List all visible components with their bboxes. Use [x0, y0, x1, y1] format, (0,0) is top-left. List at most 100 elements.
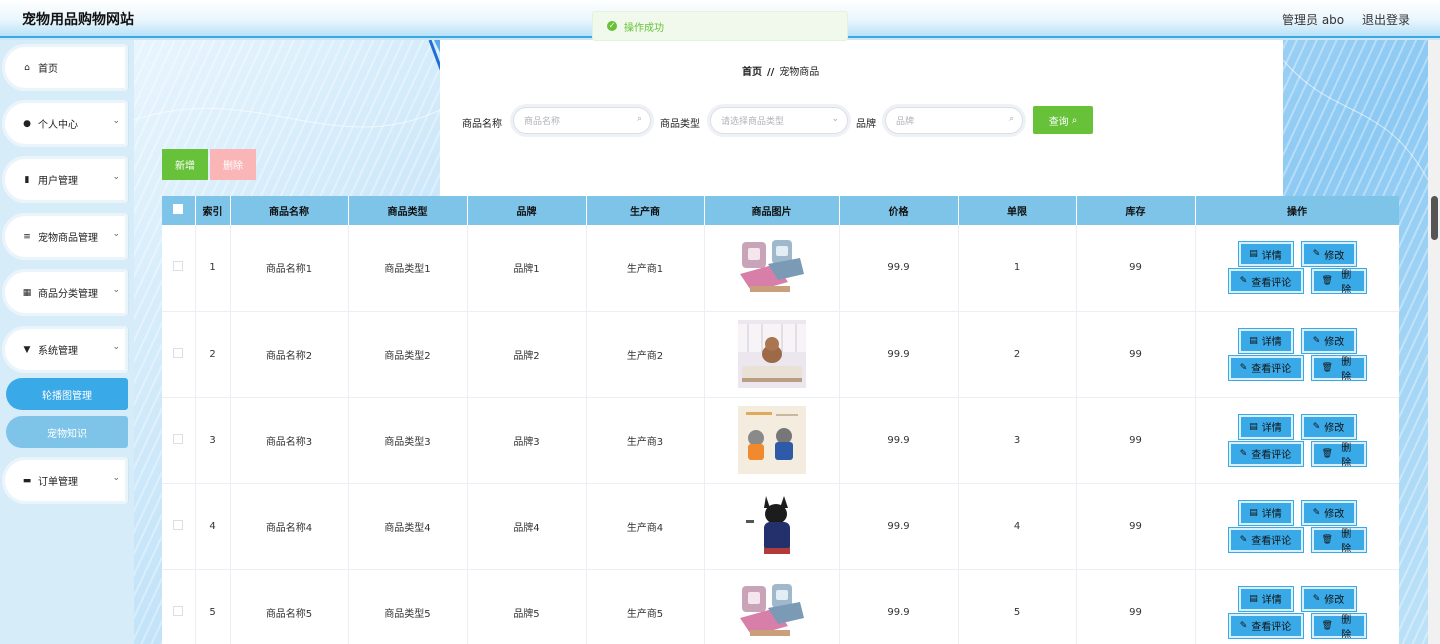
sidebar-item-categories[interactable]: ▦ 商品分类管理 ⌄: [2, 269, 129, 316]
chevron-down-icon: ⌄: [831, 114, 839, 124]
submenu-item-carousel[interactable]: 轮播图管理: [6, 378, 128, 410]
stock-cell: 99: [1076, 311, 1196, 398]
limit-cell: 1: [958, 225, 1077, 312]
detail-button[interactable]: ▤ 详情: [1237, 241, 1294, 268]
type-cell: 商品类型2: [348, 311, 468, 398]
logout-link[interactable]: 退出登录: [1362, 13, 1410, 27]
view-comments-label: 查看评论: [1251, 277, 1292, 289]
column-header: 索引: [195, 196, 231, 225]
delete-button[interactable]: 🗑 删除: [1310, 612, 1367, 641]
query-button[interactable]: 查询 ⌕: [1033, 106, 1093, 134]
detail-button[interactable]: ▤ 详情: [1237, 585, 1294, 612]
name-cell: 商品名称4: [230, 483, 349, 570]
row-select-cell[interactable]: [162, 397, 196, 484]
sidebar-item-home[interactable]: ⌂ 首页: [2, 44, 129, 91]
operations-cell: ▤ 详情 ✎ 修改 ✎ 查看评论 🗑 删除: [1195, 483, 1399, 570]
breadcrumb-home[interactable]: 首页: [742, 67, 762, 78]
sidebar-item-label: 个人中心: [38, 120, 78, 131]
current-user-label: 管理员 abo: [1282, 13, 1345, 27]
search-icon: ⌕: [1008, 114, 1014, 124]
edit-icon: ✎: [1239, 448, 1248, 459]
add-button[interactable]: 新增: [162, 149, 208, 180]
sidebar-item-label: 系统管理: [38, 346, 78, 357]
submenu-item-pet-knowledge[interactable]: 宠物知识: [6, 416, 128, 448]
select-all-checkbox[interactable]: [173, 204, 184, 214]
column-header: 商品类型: [348, 196, 468, 225]
sidebar-item-label: 商品分类管理: [38, 289, 98, 300]
detail-button[interactable]: ▤ 详情: [1237, 499, 1294, 526]
select-all-cell[interactable]: [162, 196, 196, 225]
chevron-down-icon: ⌄: [112, 172, 120, 182]
view-comments-button[interactable]: ✎ 查看评论: [1227, 354, 1304, 381]
product-name-input[interactable]: 商品名称 ⌕: [513, 107, 651, 134]
brand-cell: 品牌1: [467, 225, 587, 312]
operations-cell: ▤ 详情 ✎ 修改 ✎ 查看评论 🗑 删除: [1195, 311, 1399, 398]
maker-cell: 生产商5: [586, 569, 705, 644]
trash-icon: 🗑: [1321, 362, 1333, 373]
edit-button-label: 修改: [1324, 423, 1345, 434]
row-select-cell[interactable]: [162, 483, 196, 570]
delete-button[interactable]: 🗑 删除: [1310, 440, 1367, 469]
view-comments-button[interactable]: ✎ 查看评论: [1227, 268, 1304, 295]
sidebar-item-pet-products[interactable]: ≡ 宠物商品管理 ⌄: [2, 213, 129, 260]
sidebar-item-label: 首页: [38, 64, 58, 75]
view-comments-button[interactable]: ✎ 查看评论: [1227, 612, 1304, 639]
row-select-cell[interactable]: [162, 225, 196, 312]
edit-button[interactable]: ✎ 修改: [1300, 241, 1357, 268]
edit-button-label: 修改: [1324, 595, 1345, 606]
edit-button[interactable]: ✎ 修改: [1300, 499, 1357, 526]
sidebar-item-orders[interactable]: ▬ 订单管理 ⌄: [2, 457, 129, 504]
operations-cell: ▤ 详情 ✎ 修改 ✎ 查看评论 🗑 删除: [1195, 569, 1399, 644]
view-comments-button[interactable]: ✎ 查看评论: [1227, 440, 1304, 467]
product-name-label: 商品名称: [462, 119, 502, 130]
edit-icon: ✎: [1312, 593, 1321, 604]
maker-cell: 生产商3: [586, 397, 705, 484]
submenu-item-label: 宠物知识: [47, 428, 87, 440]
type-cell: 商品类型1: [348, 225, 468, 312]
product-type-select[interactable]: 请选择商品类型 ⌄: [710, 107, 848, 134]
price-cell: 99.9: [839, 483, 959, 570]
row-checkbox[interactable]: [173, 433, 184, 444]
view-comments-button[interactable]: ✎ 查看评论: [1227, 526, 1304, 553]
sidebar-item-system[interactable]: ▼ 系统管理 ⌄: [2, 326, 129, 373]
delete-button[interactable]: 🗑 删除: [1310, 268, 1367, 296]
edit-button[interactable]: ✎ 修改: [1300, 327, 1357, 354]
price-cell: 99.9: [839, 225, 959, 312]
detail-button[interactable]: ▤ 详情: [1237, 327, 1294, 354]
column-header: 单限: [958, 196, 1077, 225]
detail-button[interactable]: ▤ 详情: [1237, 413, 1294, 440]
brand-label: 品牌: [856, 119, 876, 130]
edit-button[interactable]: ✎ 修改: [1300, 585, 1357, 612]
row-checkbox[interactable]: [173, 605, 184, 616]
image-cell: [704, 483, 840, 570]
image-cell: [704, 225, 840, 312]
row-select-cell[interactable]: [162, 311, 196, 398]
row-checkbox[interactable]: [173, 261, 184, 272]
row-checkbox[interactable]: [173, 347, 184, 358]
edit-button[interactable]: ✎ 修改: [1300, 413, 1357, 440]
delete-button[interactable]: 🗑 删除: [1310, 526, 1367, 555]
page-scrollbar[interactable]: [1428, 40, 1440, 644]
row-checkbox[interactable]: [173, 519, 184, 530]
menu-icon: ≡: [23, 231, 31, 242]
row-select-cell[interactable]: [162, 569, 196, 644]
image-cell: [704, 311, 840, 398]
table-row: 5 商品名称5 商品类型5 品牌5 生产商5 99.9 5 99 ▤ 详情 ✎ …: [162, 569, 1399, 644]
limit-cell: 5: [958, 569, 1077, 644]
column-header: 商品图片: [704, 196, 840, 225]
edit-icon: ✎: [1239, 276, 1248, 287]
delete-button-label: 删除: [1341, 614, 1352, 641]
page-scrollbar-thumb[interactable]: [1431, 196, 1438, 240]
column-header: 操作: [1195, 196, 1399, 225]
document-icon: ▤: [1249, 593, 1258, 604]
delete-button[interactable]: 🗑 删除: [1310, 354, 1367, 383]
sidebar-item-profile[interactable]: ● 个人中心 ⌄: [2, 100, 129, 147]
brand-cell: 品牌4: [467, 483, 587, 570]
batch-delete-button[interactable]: 删除: [210, 149, 256, 180]
name-cell: 商品名称2: [230, 311, 349, 398]
sidebar-item-users[interactable]: ▮ 用户管理 ⌄: [2, 156, 129, 203]
detail-button-label: 详情: [1261, 423, 1282, 434]
toast-message: 操作成功: [624, 22, 664, 34]
brand-input[interactable]: 品牌 ⌕: [885, 107, 1023, 134]
site-title: 宠物用品购物网站: [22, 12, 134, 28]
